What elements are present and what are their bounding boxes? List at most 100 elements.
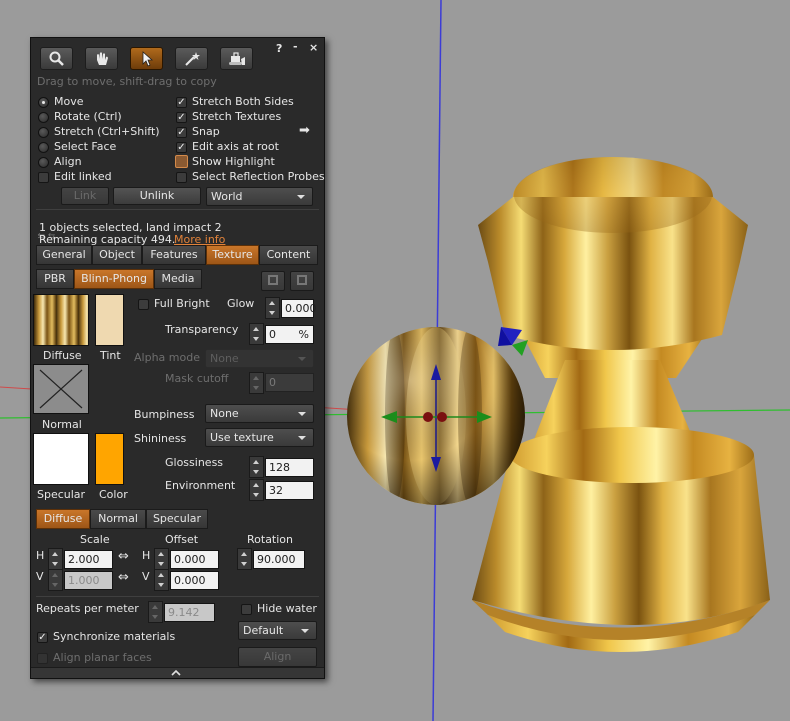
stretch-label: Stretch (Ctrl+Shift)	[54, 125, 160, 138]
align-button[interactable]: Align	[238, 647, 317, 667]
map-tab-diffuse[interactable]: Diffuse	[36, 509, 90, 529]
align-label: Align	[54, 155, 82, 168]
align-planar-faces-checkbox[interactable]	[37, 653, 48, 664]
scale-v-field[interactable]: 1.000	[64, 571, 113, 590]
align-mode-dropdown[interactable]: Default	[238, 621, 317, 640]
paste-faces-button[interactable]	[290, 271, 314, 291]
sync-materials-label: Synchronize materials	[53, 630, 176, 643]
snap-label: Snap	[192, 125, 220, 138]
align-radio[interactable]	[38, 157, 49, 168]
diffuse-texture-swatch[interactable]	[33, 294, 89, 346]
alpha-mode-label: Alpha mode	[134, 351, 200, 364]
offset-v-spinner[interactable]	[154, 569, 169, 591]
snap-options-arrow-icon[interactable]: ➡	[299, 123, 310, 138]
full-bright-checkbox[interactable]	[138, 299, 149, 310]
edit-axis-at-root-checkbox[interactable]: ✓	[176, 142, 187, 153]
tab-content[interactable]: Content	[259, 245, 318, 265]
repeats-field[interactable]: 9.142	[164, 603, 215, 622]
shininess-dropdown[interactable]: Use texture	[205, 428, 314, 447]
specular-color-swatch[interactable]	[95, 433, 124, 485]
transparency-unit: %	[298, 328, 309, 341]
rotation-spinner[interactable]	[237, 548, 252, 570]
tab-object[interactable]: Object	[92, 245, 142, 265]
diffuse-swatch-label: Diffuse	[43, 349, 82, 362]
help-button[interactable]: ?	[276, 42, 282, 55]
repeats-per-meter-label: Repeats per meter	[36, 602, 139, 615]
minimize-button[interactable]: -	[293, 40, 298, 53]
transparency-spinner[interactable]	[249, 323, 264, 345]
specular-swatch-label: Specular	[37, 488, 86, 501]
map-tab-specular[interactable]: Specular	[146, 509, 208, 529]
flip-v-icon[interactable]: ⇔	[118, 570, 129, 585]
scale-h-field[interactable]: 2.000	[64, 550, 113, 569]
zoom-magnifier-icon	[49, 51, 64, 66]
repeats-spinner[interactable]	[148, 601, 163, 623]
stretch-radio[interactable]	[38, 127, 49, 138]
copy-faces-button[interactable]	[261, 271, 285, 291]
sync-materials-checkbox[interactable]: ✓	[37, 632, 48, 643]
align-planar-faces-label: Align planar faces	[53, 651, 152, 664]
zoom-tool-button[interactable]	[40, 47, 73, 70]
environment-field[interactable]: 32	[265, 481, 314, 500]
land-bulldozer-icon	[229, 52, 245, 65]
glow-spinner[interactable]	[265, 297, 280, 319]
stretch-both-sides-label: Stretch Both Sides	[192, 95, 294, 108]
divider	[36, 209, 319, 210]
alpha-mode-dropdown[interactable]: None	[205, 349, 314, 368]
transparency-field[interactable]: 0 %	[265, 325, 314, 344]
subtab-media[interactable]: Media	[154, 269, 202, 289]
hide-water-checkbox[interactable]	[241, 604, 252, 615]
snap-checkbox[interactable]: ✓	[176, 127, 187, 138]
collapse-bar[interactable]	[31, 667, 324, 678]
move-radio[interactable]	[38, 97, 49, 108]
environment-spinner[interactable]	[249, 479, 264, 501]
full-bright-label: Full Bright	[154, 297, 210, 310]
subtab-pbr[interactable]: PBR	[36, 269, 74, 289]
mask-cutoff-field[interactable]: 0	[265, 373, 314, 392]
stretch-both-sides-checkbox[interactable]: ✓	[176, 97, 187, 108]
subtab-blinn-phong[interactable]: Blinn-Phong	[74, 269, 154, 289]
select-reflection-probes-label: Select Reflection Probes	[192, 170, 325, 183]
grab-tool-button[interactable]	[85, 47, 118, 70]
glossiness-field[interactable]: 128	[265, 458, 314, 477]
ruler-mode-dropdown[interactable]: World	[206, 187, 313, 206]
tab-texture[interactable]: Texture	[206, 245, 259, 265]
offset-h-field[interactable]: 0.000	[170, 550, 219, 569]
close-button[interactable]: ×	[309, 41, 318, 54]
rotation-field[interactable]: 90.000	[253, 550, 305, 569]
select-face-radio[interactable]	[38, 142, 49, 153]
glow-field[interactable]: 0.000	[281, 299, 317, 318]
select-reflection-probes-checkbox[interactable]	[176, 172, 187, 183]
edit-tool-button[interactable]	[130, 47, 163, 70]
create-tool-button[interactable]	[175, 47, 208, 70]
glossiness-spinner[interactable]	[249, 456, 264, 478]
offset-v-field[interactable]: 0.000	[170, 571, 219, 590]
tab-features[interactable]: Features	[142, 245, 206, 265]
offset-h-spinner[interactable]	[154, 548, 169, 570]
create-wand-icon	[185, 52, 200, 66]
scale-h-spinner[interactable]	[48, 548, 63, 570]
shininess-label: Shininess	[134, 432, 187, 445]
rotation-label: Rotation	[247, 533, 294, 546]
scale-v-spinner[interactable]	[48, 569, 63, 591]
show-highlight-checkbox[interactable]	[175, 155, 188, 168]
tint-color-swatch[interactable]	[95, 294, 124, 346]
specular-texture-swatch[interactable]	[33, 433, 89, 485]
bumpiness-dropdown[interactable]: None	[205, 404, 314, 423]
normal-texture-swatch[interactable]	[33, 364, 89, 414]
move-label: Move	[54, 95, 84, 108]
build-tools-floater[interactable]: ? - × Drag to move, shift-drag to copy M…	[30, 37, 325, 679]
land-tool-button[interactable]	[220, 47, 253, 70]
no-texture-icon	[39, 369, 83, 409]
divider	[36, 596, 319, 597]
unlink-button[interactable]: Unlink	[113, 187, 201, 205]
rotate-radio[interactable]	[38, 112, 49, 123]
flip-h-icon[interactable]: ⇔	[118, 549, 129, 564]
stretch-textures-checkbox[interactable]: ✓	[176, 112, 187, 123]
edit-linked-checkbox[interactable]	[38, 172, 49, 183]
tab-general[interactable]: General	[36, 245, 92, 265]
map-tab-normal[interactable]: Normal	[90, 509, 146, 529]
mask-cutoff-spinner[interactable]	[249, 372, 264, 394]
link-button[interactable]: Link	[61, 187, 109, 205]
environment-label: Environment	[165, 479, 236, 492]
